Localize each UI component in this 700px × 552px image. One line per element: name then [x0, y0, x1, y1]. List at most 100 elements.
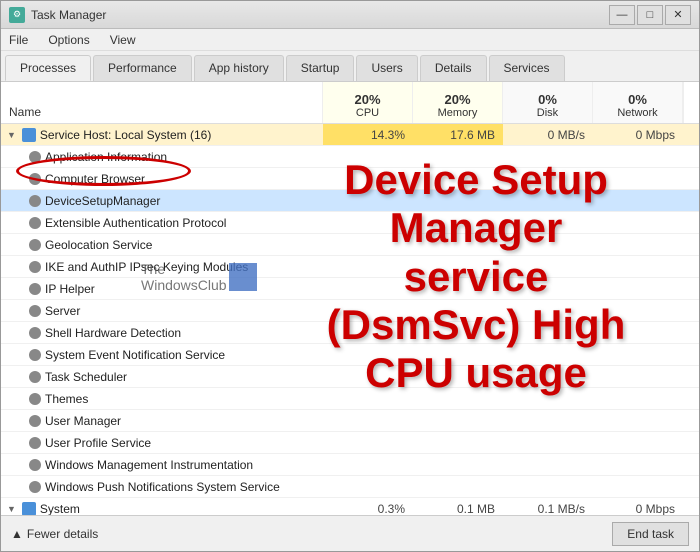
tab-processes[interactable]: Processes: [5, 55, 91, 81]
cell-spacer: [683, 432, 699, 453]
cell-spacer: [683, 366, 699, 387]
tab-users[interactable]: Users: [356, 55, 417, 81]
menu-view[interactable]: View: [106, 31, 140, 49]
table-row[interactable]: IKE and AuthIP IPsec Keying Modules: [1, 256, 699, 278]
cell-memory: [413, 168, 503, 189]
header-cpu[interactable]: 20% CPU: [323, 82, 413, 123]
end-task-button[interactable]: End task: [612, 522, 689, 546]
table-row[interactable]: Shell Hardware Detection: [1, 322, 699, 344]
gear-icon: [29, 261, 41, 273]
cell-network: 0 Mbps: [593, 498, 683, 515]
table-row[interactable]: ▼Service Host: Local System (16)14.3%17.…: [1, 124, 699, 146]
table-row[interactable]: Windows Push Notifications System Servic…: [1, 476, 699, 498]
cell-spacer: [683, 124, 699, 145]
gear-icon: [29, 195, 41, 207]
row-name-text: System Event Notification Service: [45, 348, 225, 362]
header-network[interactable]: 0% Network: [593, 82, 683, 123]
cell-disk: [503, 190, 593, 211]
tab-app-history[interactable]: App history: [194, 55, 284, 81]
cell-network: [593, 410, 683, 431]
row-name-text: IKE and AuthIP IPsec Keying Modules: [45, 260, 248, 274]
table-header: Name 20% CPU 20% Memory 0% Disk 0% Netwo…: [1, 82, 699, 124]
menu-file[interactable]: File: [5, 31, 32, 49]
header-memory[interactable]: 20% Memory: [413, 82, 503, 123]
cell-cpu: [323, 212, 413, 233]
cell-memory: [413, 432, 503, 453]
table-row[interactable]: Windows Management Instrumentation: [1, 454, 699, 476]
table-row[interactable]: Geolocation Service: [1, 234, 699, 256]
fewer-details-button[interactable]: ▲ Fewer details: [11, 527, 98, 541]
cell-network: [593, 256, 683, 277]
cell-name: Server: [1, 300, 323, 321]
cell-disk: [503, 300, 593, 321]
cell-memory: [413, 146, 503, 167]
cell-disk: [503, 454, 593, 475]
table-row[interactable]: IP Helper: [1, 278, 699, 300]
cell-memory: [413, 278, 503, 299]
cell-network: [593, 476, 683, 497]
table-row[interactable]: Server: [1, 300, 699, 322]
cell-name: ▼Service Host: Local System (16): [1, 124, 323, 145]
cell-memory: 17.6 MB: [413, 124, 503, 145]
cell-spacer: [683, 212, 699, 233]
table-row[interactable]: Application Information: [1, 146, 699, 168]
cell-disk: [503, 212, 593, 233]
header-disk[interactable]: 0% Disk: [503, 82, 593, 123]
tab-performance[interactable]: Performance: [93, 55, 192, 81]
cell-disk: [503, 432, 593, 453]
cell-spacer: [683, 168, 699, 189]
cell-disk: [503, 234, 593, 255]
gear-icon: [29, 459, 41, 471]
task-manager-window: ⚙ Task Manager — □ ✕ File Options View P…: [0, 0, 700, 552]
row-name-text: DeviceSetupManager: [45, 194, 160, 208]
header-name[interactable]: Name: [1, 82, 323, 123]
table-row[interactable]: User Manager: [1, 410, 699, 432]
table-row[interactable]: System Event Notification Service: [1, 344, 699, 366]
minimize-button[interactable]: —: [609, 5, 635, 25]
close-button[interactable]: ✕: [665, 5, 691, 25]
row-name-text: Service Host: Local System (16): [40, 128, 211, 142]
cell-network: [593, 432, 683, 453]
table-row[interactable]: ▼System0.3%0.1 MB0.1 MB/s0 Mbps: [1, 498, 699, 515]
cell-cpu: [323, 168, 413, 189]
tab-details[interactable]: Details: [420, 55, 487, 81]
cell-cpu: [323, 234, 413, 255]
cell-memory: [413, 234, 503, 255]
cell-disk: 0.1 MB/s: [503, 498, 593, 515]
row-name-text: User Manager: [45, 414, 121, 428]
row-name-text: IP Helper: [45, 282, 95, 296]
cell-spacer: [683, 278, 699, 299]
cell-name: Computer Browser: [1, 168, 323, 189]
maximize-button[interactable]: □: [637, 5, 663, 25]
row-name-text: Task Scheduler: [45, 370, 127, 384]
gear-icon: [29, 327, 41, 339]
table-row[interactable]: Task Scheduler: [1, 366, 699, 388]
gear-icon: [29, 239, 41, 251]
cell-disk: 0 MB/s: [503, 124, 593, 145]
cell-network: [593, 278, 683, 299]
gear-icon: [29, 173, 41, 185]
row-name-text: Shell Hardware Detection: [45, 326, 181, 340]
gear-icon: [29, 305, 41, 317]
cell-network: [593, 366, 683, 387]
cell-spacer: [683, 388, 699, 409]
cell-memory: [413, 454, 503, 475]
menu-options[interactable]: Options: [44, 31, 93, 49]
table-row[interactable]: User Profile Service: [1, 432, 699, 454]
row-name-text: Application Information: [45, 150, 167, 164]
tab-startup[interactable]: Startup: [286, 55, 355, 81]
cell-cpu: [323, 190, 413, 211]
table-row[interactable]: Themes: [1, 388, 699, 410]
cell-spacer: [683, 256, 699, 277]
cell-cpu: [323, 344, 413, 365]
table-row[interactable]: Extensible Authentication Protocol: [1, 212, 699, 234]
cell-spacer: [683, 410, 699, 431]
cell-disk: [503, 168, 593, 189]
cell-disk: [503, 278, 593, 299]
table-row[interactable]: Computer Browser: [1, 168, 699, 190]
cell-name: Windows Push Notifications System Servic…: [1, 476, 323, 497]
cell-memory: [413, 476, 503, 497]
cell-memory: 0.1 MB: [413, 498, 503, 515]
tab-services[interactable]: Services: [489, 55, 565, 81]
table-row[interactable]: DeviceSetupManager: [1, 190, 699, 212]
